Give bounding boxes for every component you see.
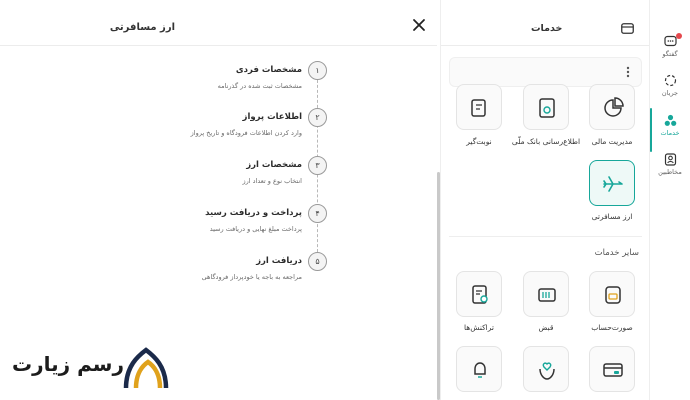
statement-icon [605, 286, 621, 304]
logo-wordmark: رسم زیارت [12, 352, 125, 376]
service-tile-travel-currency[interactable] [589, 160, 635, 206]
services-title: خدمات [531, 23, 563, 34]
panel-header: ارز مسافرتی [0, 0, 437, 46]
nav-rail: گفتگو جریان خدمات مخاطبین [649, 0, 690, 400]
service-tile-bank-notify[interactable] [523, 84, 569, 130]
step-2: ۲ اطلاعات پرواز وارد کردن اطلاعات فرودگا… [0, 108, 330, 148]
services-icon [664, 114, 677, 126]
pie-chart-icon [604, 97, 624, 117]
step-number: ۳ [308, 156, 327, 175]
notification-doc-icon [539, 98, 555, 118]
step-title: مشخصات فردی [235, 65, 302, 75]
service-tile-queue[interactable] [456, 84, 502, 130]
other-services-heading: سایر خدمات [594, 248, 639, 258]
nav-label: خدمات [660, 129, 680, 137]
tile-label: نوبت‌گیر [466, 137, 492, 146]
nav-label: جریان [661, 89, 679, 97]
close-icon[interactable] [412, 18, 426, 32]
step-5: ۵ دریافت ارز مراجعه به باجه یا خودپرداز … [0, 252, 330, 292]
bill-icon [538, 288, 556, 302]
panel-title: ارز مسافرتی [109, 22, 175, 33]
nav-item-chat[interactable]: گفتگو [650, 33, 690, 67]
service-tile-bill[interactable] [523, 271, 569, 317]
step-1: ۱ مشخصات فردی مشخصات ثبت شده در گذرنامه [0, 61, 330, 101]
section-divider [449, 236, 642, 237]
services-header: خدمات [441, 0, 650, 46]
service-tile-finance[interactable] [589, 84, 635, 130]
stream-icon [664, 74, 677, 87]
step-number: ۱ [308, 61, 327, 80]
service-tile-card[interactable] [589, 346, 635, 392]
tile-label: ارز مسافرتی [591, 212, 633, 221]
step-title: دریافت ارز [256, 256, 302, 266]
bell-icon [474, 362, 486, 378]
step-description: مراجعه به باجه یا خودپرداز فرودگاهی [201, 273, 302, 281]
step-title: مشخصات ارز [246, 160, 302, 170]
more-options-icon[interactable] [626, 66, 630, 78]
nav-label: گفتگو [662, 50, 678, 58]
nav-item-contacts[interactable]: مخاطبین [650, 151, 690, 185]
step-number: ۵ [308, 252, 327, 271]
step-description: مشخصات ثبت شده در گذرنامه [217, 82, 302, 90]
wallet-icon[interactable] [621, 23, 634, 34]
dome-logo-icon [123, 347, 169, 389]
nav-label: مخاطبین [658, 168, 682, 176]
chat-icon [664, 35, 677, 47]
step-description: وارد کردن اطلاعات فرودگاه و تاریخ پرواز [190, 129, 302, 137]
service-tile-statement[interactable] [589, 271, 635, 317]
card-icon [603, 363, 623, 377]
airplane-icon [603, 176, 623, 192]
travel-currency-panel: ارز مسافرتی ۱ مشخصات فردی مشخصات ثبت شده… [0, 0, 440, 400]
step-number: ۴ [308, 204, 327, 223]
transactions-icon [472, 285, 488, 304]
service-tile-support[interactable] [523, 346, 569, 392]
nav-item-services[interactable]: خدمات [650, 112, 690, 146]
step-description: انتخاب نوع و تعداد ارز [242, 177, 302, 185]
step-4: ۴ پرداخت و دریافت رسید پرداخت مبلغ نهایی… [0, 204, 330, 244]
queue-ticket-icon [471, 99, 486, 117]
step-title: اطلاعات پرواز [242, 112, 302, 122]
step-number: ۲ [308, 108, 327, 127]
services-search-bar[interactable] [449, 57, 642, 87]
unread-badge [676, 33, 682, 39]
nav-item-stream[interactable]: جریان [650, 72, 690, 106]
step-3: ۳ مشخصات ارز انتخاب نوع و تعداد ارز [0, 156, 330, 196]
service-tile-alert[interactable] [456, 346, 502, 392]
hand-support-icon [539, 362, 555, 380]
services-panel: خدمات مدیریت مالی اطلاع‌رسانی بانک ملّی … [440, 0, 650, 400]
tile-label: تراکنش‌ها [464, 323, 494, 332]
brand-logo: رسم زیارت [12, 344, 172, 392]
contacts-icon [664, 153, 677, 166]
step-description: پرداخت مبلغ نهایی و دریافت رسید [209, 225, 302, 233]
service-tile-transactions[interactable] [456, 271, 502, 317]
step-title: پرداخت و دریافت رسید [205, 208, 302, 218]
